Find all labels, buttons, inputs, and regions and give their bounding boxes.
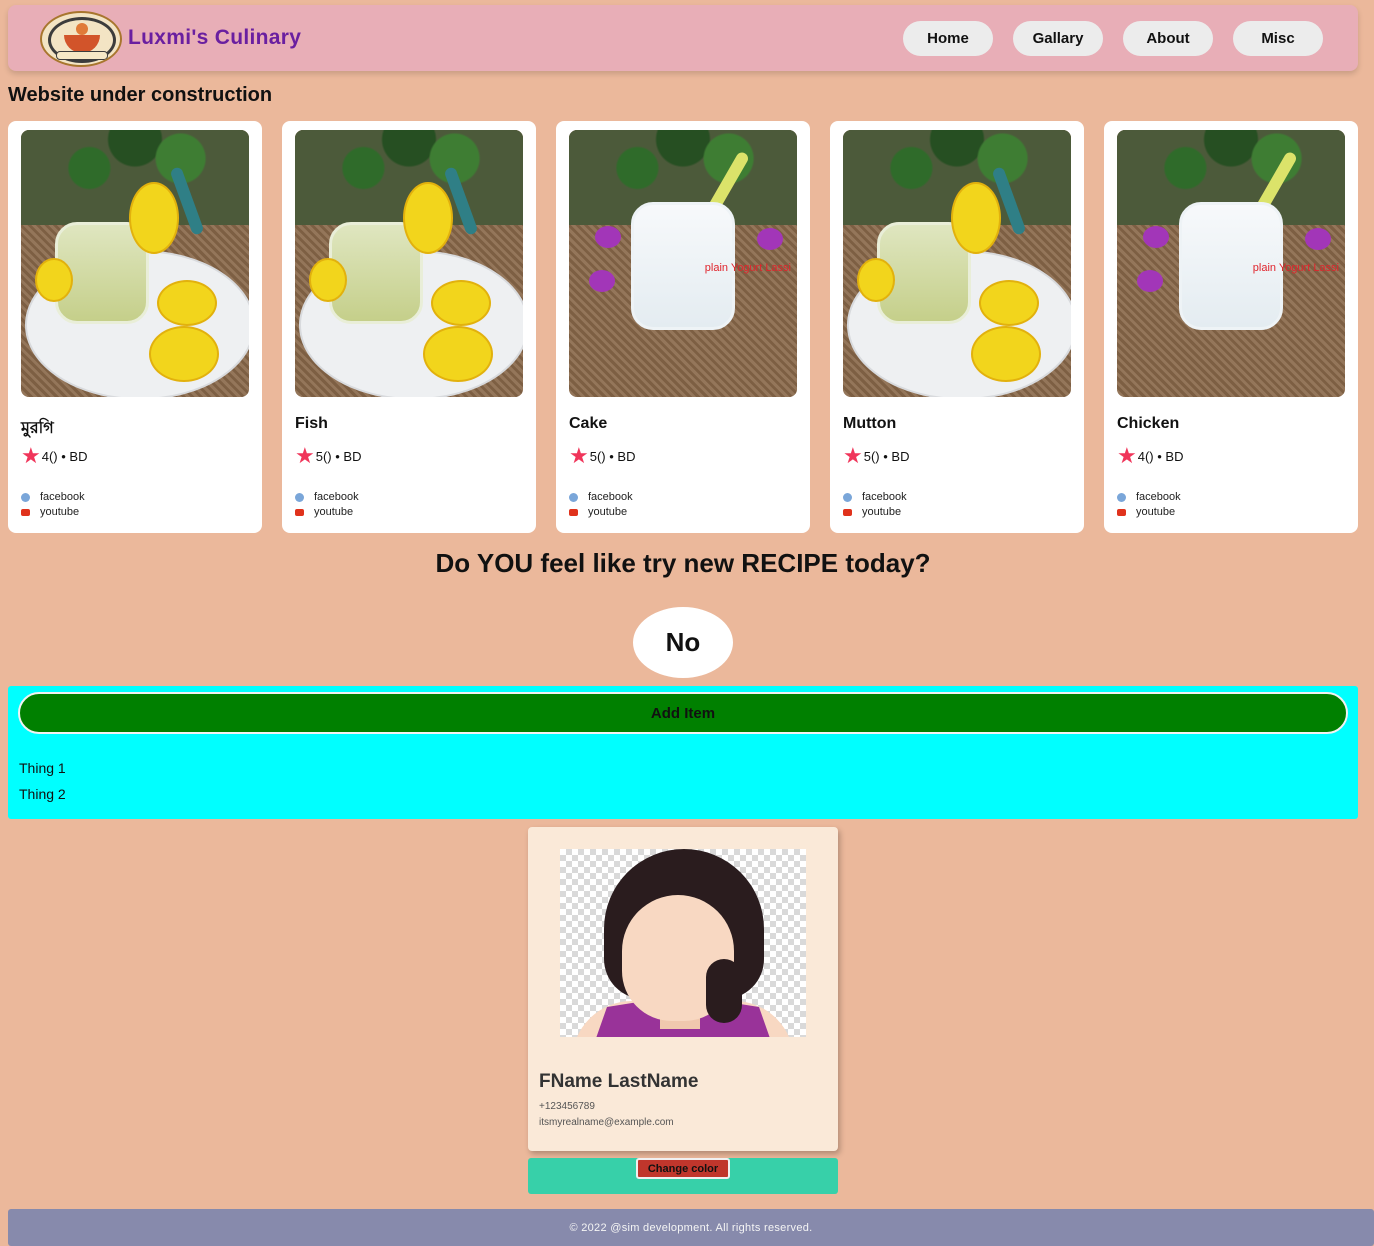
youtube-link[interactable]: youtube <box>569 506 627 518</box>
profile-phone: +123456789 <box>539 1101 595 1112</box>
facebook-icon <box>21 492 30 502</box>
recipe-card[interactable]: Fish ★ 5() • BD facebook youtube <box>282 121 536 533</box>
card-rating: ★ 5() • BD <box>295 443 362 468</box>
star-icon: ★ <box>1117 443 1137 468</box>
youtube-link[interactable]: youtube <box>295 506 353 518</box>
brand-title[interactable]: Luxmi's Culinary <box>128 26 301 50</box>
youtube-icon <box>1117 508 1126 516</box>
facebook-link[interactable]: facebook <box>569 491 633 503</box>
facebook-icon <box>843 492 852 502</box>
star-icon: ★ <box>843 443 863 468</box>
add-item-button[interactable]: Add Item <box>18 692 1348 734</box>
card-rating: ★ 4() • BD <box>1117 443 1184 468</box>
card-title: মুরগি <box>21 420 54 437</box>
profile-email: itsmyrealname@example.com <box>539 1117 674 1128</box>
recipe-card[interactable]: মুরগি ★ 4() • BD facebook youtube <box>8 121 262 533</box>
card-title: Chicken <box>1117 415 1180 432</box>
youtube-icon <box>295 508 304 516</box>
facebook-link[interactable]: facebook <box>1117 491 1181 503</box>
youtube-link[interactable]: youtube <box>21 506 79 518</box>
recipe-photo <box>295 130 523 397</box>
list-item: Thing 1 <box>19 760 66 776</box>
nav-gallary-button[interactable]: Gallary <box>1013 21 1103 56</box>
youtube-link[interactable]: youtube <box>1117 506 1175 518</box>
star-icon: ★ <box>295 443 315 468</box>
recipe-photo: plain Yogurt Lassi <box>1117 130 1345 397</box>
recipe-photo <box>843 130 1071 397</box>
star-icon: ★ <box>21 443 41 468</box>
recipe-card[interactable]: plain Yogurt Lassi Cake ★ 5() • BD faceb… <box>556 121 810 533</box>
card-title: Fish <box>295 415 328 432</box>
footer: © 2022 @sim development. All rights rese… <box>8 1209 1374 1246</box>
logo-icon[interactable] <box>40 11 122 67</box>
card-rating: ★ 5() • BD <box>569 443 636 468</box>
facebook-icon <box>295 492 304 502</box>
youtube-link[interactable]: youtube <box>843 506 901 518</box>
construction-notice: Website under construction <box>8 84 273 106</box>
facebook-icon <box>569 492 578 502</box>
color-bar: Change color <box>528 1158 838 1194</box>
recipe-photo: plain Yogurt Lassi <box>569 130 797 397</box>
recipe-card[interactable]: plain Yogurt Lassi Chicken ★ 4() • BD fa… <box>1104 121 1358 533</box>
facebook-icon <box>1117 492 1126 502</box>
recipe-card[interactable]: Mutton ★ 5() • BD facebook youtube <box>830 121 1084 533</box>
card-rating: ★ 4() • BD <box>21 443 88 468</box>
nav-about-button[interactable]: About <box>1123 21 1213 56</box>
card-title: Cake <box>569 415 608 432</box>
recipe-question: Do YOU feel like try new RECIPE today? <box>435 548 931 578</box>
star-icon: ★ <box>569 443 589 468</box>
photo-caption: plain Yogurt Lassi <box>704 262 791 274</box>
nav-misc-button[interactable]: Misc <box>1233 21 1323 56</box>
photo-caption: plain Yogurt Lassi <box>1252 262 1339 274</box>
youtube-icon <box>843 508 852 516</box>
facebook-link[interactable]: facebook <box>21 491 85 503</box>
avatar <box>560 849 806 1037</box>
profile-name: FName LastName <box>539 1071 699 1092</box>
facebook-link[interactable]: facebook <box>843 491 907 503</box>
profile-card: FName LastName +123456789 itsmyrealname@… <box>528 827 838 1151</box>
youtube-icon <box>569 508 578 516</box>
recipe-photo <box>21 130 249 397</box>
site-header: Luxmi's Culinary Home Gallary About Misc <box>8 5 1358 71</box>
card-title: Mutton <box>843 415 897 432</box>
change-color-button[interactable]: Change color <box>636 1158 730 1179</box>
no-button[interactable]: No <box>633 607 733 678</box>
list-item: Thing 2 <box>19 786 66 802</box>
item-list-panel: Add Item Thing 1 Thing 2 <box>8 686 1358 819</box>
youtube-icon <box>21 508 30 516</box>
nav-home-button[interactable]: Home <box>903 21 993 56</box>
facebook-link[interactable]: facebook <box>295 491 359 503</box>
card-rating: ★ 5() • BD <box>843 443 910 468</box>
